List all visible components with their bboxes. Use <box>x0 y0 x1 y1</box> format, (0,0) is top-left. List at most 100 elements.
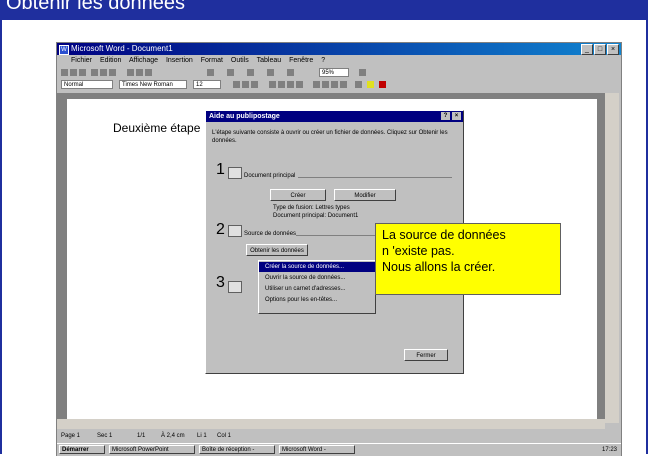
justify-icon[interactable] <box>296 81 303 88</box>
slide-border-left <box>0 20 2 454</box>
menu-create-source[interactable]: Créer la source de données... <box>259 262 375 272</box>
word-titlebar: W Microsoft Word - Document1 _ □ × <box>57 43 621 55</box>
hyperlink-icon[interactable] <box>207 69 214 76</box>
align-left-icon[interactable] <box>269 81 276 88</box>
spelling-icon[interactable] <box>109 69 116 76</box>
numbering-icon[interactable] <box>313 81 320 88</box>
task-inbox[interactable]: Boîte de réception - <box>199 445 275 454</box>
callout-line-1: La source de données <box>382 228 506 242</box>
preview-icon[interactable] <box>100 69 107 76</box>
menu-insertion[interactable]: Insertion <box>166 57 193 64</box>
status-page: Page 1 <box>61 433 81 439</box>
save-icon[interactable] <box>79 69 86 76</box>
copy-icon[interactable] <box>136 69 143 76</box>
menu-address-book[interactable]: Utiliser un carnet d'adresses... <box>259 284 375 294</box>
font-combo[interactable]: Times New Roman <box>119 80 187 89</box>
step1-label: Document principal <box>244 173 296 179</box>
get-data-menu: Créer la source de données... Ouvrir la … <box>258 260 376 314</box>
align-center-icon[interactable] <box>278 81 285 88</box>
callout-line-3: Nous allons la créer. <box>382 260 496 274</box>
new-icon[interactable] <box>61 69 68 76</box>
vertical-scrollbar[interactable] <box>605 93 619 423</box>
columns-icon[interactable] <box>247 69 254 76</box>
main-document: Document principal: Document1 <box>273 213 359 219</box>
document-icon <box>228 167 242 179</box>
format-toolbar: Normal Times New Roman 12 <box>57 79 621 92</box>
open-icon[interactable] <box>70 69 77 76</box>
data-source-icon <box>228 225 242 237</box>
horizontal-scrollbar[interactable] <box>57 419 605 429</box>
step1-rule <box>298 177 452 178</box>
print-icon[interactable] <box>91 69 98 76</box>
dialog-intro: L'étape suivante consiste à ouvrir ou cr… <box>212 130 448 144</box>
menu-header-options[interactable]: Options pour les en-têtes... <box>259 295 375 305</box>
help-icon[interactable] <box>359 69 366 76</box>
start-button[interactable]: Démarrer <box>59 445 105 454</box>
slide: Obtenir les données W Microsoft Word - D… <box>0 0 648 456</box>
bullets-icon[interactable] <box>322 81 329 88</box>
step3-number: 3 <box>216 274 225 291</box>
table-icon[interactable] <box>227 69 234 76</box>
window-controls: _ □ × <box>581 44 619 55</box>
status-bar: Page 1 Sec 1 1/1 À 2,4 cm Li 1 Col 1 <box>57 431 621 441</box>
show-hide-icon[interactable] <box>287 69 294 76</box>
slide-title: Obtenir les données <box>6 0 186 14</box>
menu-tableau[interactable]: Tableau <box>257 57 282 64</box>
size-combo[interactable]: 12 <box>193 80 221 89</box>
underline-icon[interactable] <box>251 81 258 88</box>
edit-button[interactable]: Modifier <box>334 189 396 201</box>
close-button[interactable]: Fermer <box>404 349 448 361</box>
outdent-icon[interactable] <box>340 81 347 88</box>
standard-toolbar: 95% <box>57 67 621 79</box>
merge-type: Type de fusion: Lettres types <box>273 205 350 211</box>
paste-icon[interactable] <box>145 69 152 76</box>
menu-fichier[interactable]: Fichier <box>71 57 92 64</box>
dialog-title: Aide au publipostage <box>209 113 280 120</box>
highlight-icon[interactable] <box>367 81 374 88</box>
taskbar: Démarrer Microsoft PowerPoint Boîte de r… <box>57 443 621 456</box>
menu-help[interactable]: ? <box>321 57 325 64</box>
menu-format[interactable]: Format <box>201 57 223 64</box>
clock: 17:23 <box>601 447 617 453</box>
task-powerpoint[interactable]: Microsoft PowerPoint <box>109 445 195 454</box>
menu-affichage[interactable]: Affichage <box>129 57 158 64</box>
menu-outils[interactable]: Outils <box>231 57 249 64</box>
bold-icon[interactable] <box>233 81 240 88</box>
status-line: Li 1 <box>197 433 207 439</box>
cut-icon[interactable] <box>127 69 134 76</box>
status-column: Col 1 <box>217 433 232 439</box>
border-icon[interactable] <box>355 81 362 88</box>
create-button[interactable]: Créer <box>270 189 326 201</box>
maximize-icon[interactable]: □ <box>594 44 606 55</box>
callout-line-2: n 'existe pas. <box>382 244 455 258</box>
get-data-button[interactable]: Obtenir les données <box>246 244 308 256</box>
italic-icon[interactable] <box>242 81 249 88</box>
style-combo[interactable]: Normal <box>61 80 113 89</box>
callout-box: La source de données n 'existe pas. Nous… <box>375 223 561 295</box>
font-color-icon[interactable] <box>379 81 386 88</box>
align-right-icon[interactable] <box>287 81 294 88</box>
status-pages: 1/1 <box>137 433 146 439</box>
close-icon[interactable]: × <box>607 44 619 55</box>
task-word[interactable]: Microsoft Word - <box>279 445 355 454</box>
step-caption: Deuxième étape <box>113 121 201 135</box>
menubar: Fichier Edition Affichage Insertion Form… <box>57 55 621 67</box>
close-icon[interactable]: × <box>452 112 461 120</box>
step2-label: Source de données <box>244 231 297 237</box>
dialog-titlebar: Aide au publipostage ? × <box>206 111 463 122</box>
slide-title-bar: Obtenir les données <box>0 0 648 20</box>
step2-number: 2 <box>216 221 225 238</box>
word-app-icon: W <box>59 45 69 55</box>
menu-open-source[interactable]: Ouvrir la source de données... <box>259 273 375 283</box>
merge-icon <box>228 281 242 293</box>
indent-icon[interactable] <box>331 81 338 88</box>
minimize-icon[interactable]: _ <box>581 44 593 55</box>
menu-edition[interactable]: Edition <box>100 57 121 64</box>
status-section: Sec 1 <box>97 433 113 439</box>
step1-number: 1 <box>216 161 225 178</box>
menu-fenetre[interactable]: Fenêtre <box>289 57 313 64</box>
status-position: À 2,4 cm <box>161 433 185 439</box>
zoom-combo[interactable]: 95% <box>319 68 349 77</box>
help-icon[interactable]: ? <box>441 112 450 120</box>
drawing-icon[interactable] <box>267 69 274 76</box>
